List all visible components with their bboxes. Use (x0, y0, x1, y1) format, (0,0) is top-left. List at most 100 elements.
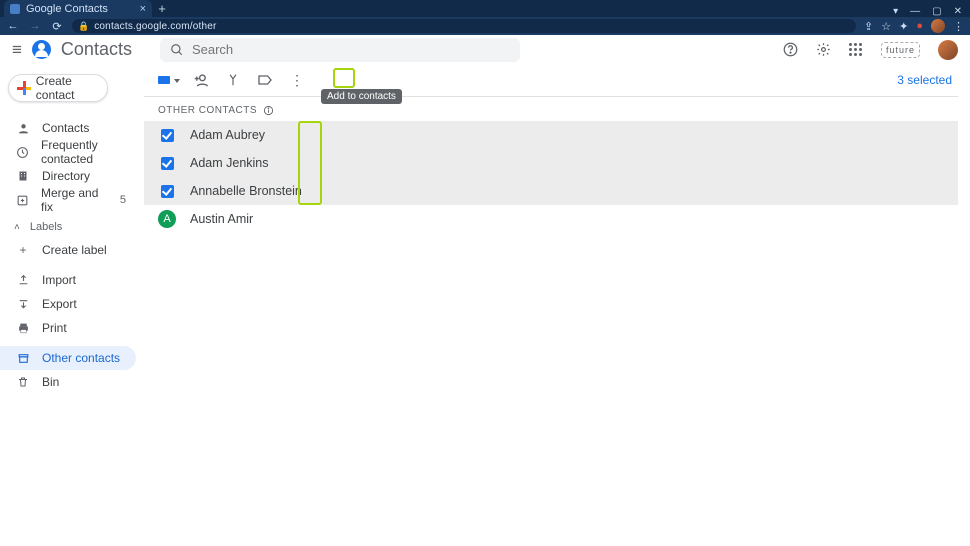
sidebar-item-label: Other contacts (42, 351, 120, 365)
info-icon[interactable] (263, 105, 274, 116)
sidebar-item-label: Contacts (42, 121, 89, 135)
minimize-icon[interactable]: — (910, 6, 920, 17)
contact-name: Austin Amir (190, 212, 253, 226)
app-name: Contacts (61, 39, 132, 60)
list-header-text: OTHER CONTACTS (158, 105, 257, 116)
omnibox[interactable]: 🔒 contacts.google.com/other (72, 19, 856, 33)
browser-title-bar: Google Contacts × + ▾ — ▢ ✕ (0, 0, 970, 17)
chevron-down-icon[interactable]: ▾ (893, 6, 898, 17)
settings-gear-icon[interactable] (816, 42, 831, 57)
contact-name: Adam Jenkins (190, 156, 269, 170)
lock-icon: 🔒 (78, 21, 89, 32)
contacts-logo-icon (32, 40, 51, 59)
upload-icon (16, 274, 30, 287)
kebab-menu-icon[interactable]: ⋮ (953, 20, 964, 33)
trash-icon (16, 376, 30, 388)
browser-tab[interactable]: Google Contacts × (4, 0, 152, 17)
sidebar-item-label: Import (42, 273, 76, 287)
labels-header-text: Labels (30, 221, 62, 233)
sidebar-item-label: Directory (42, 169, 90, 183)
search-input[interactable] (192, 42, 510, 57)
nav-forward-icon[interactable]: → (28, 20, 42, 32)
selection-toolbar: ⋮ Add to contacts 3 selected (144, 64, 958, 97)
contact-row[interactable]: Adam Jenkins (144, 149, 958, 177)
print-icon (16, 322, 30, 335)
contact-list: Adam Aubrey Adam Jenkins Annabelle Brons… (144, 121, 958, 233)
sidebar-item-contacts[interactable]: Contacts (0, 116, 136, 140)
help-icon[interactable] (783, 42, 798, 57)
contact-row[interactable]: Annabelle Bronstein (144, 177, 958, 205)
row-avatar[interactable]: A (158, 210, 176, 228)
sidebar-item-label: Merge and fix (41, 186, 108, 214)
merge-button[interactable] (222, 69, 244, 91)
nav-back-icon[interactable]: ← (6, 20, 20, 32)
more-actions-button[interactable]: ⋮ (286, 69, 308, 91)
download-icon (16, 298, 30, 311)
labels-section-header[interactable]: ˄ Labels (0, 216, 144, 238)
browser-address-bar: ← → ⟳ 🔒 contacts.google.com/other ⇪ ☆ ✦ … (0, 17, 970, 35)
close-window-icon[interactable]: ✕ (954, 6, 962, 17)
main-menu-icon[interactable]: ≡ (12, 40, 22, 60)
checkbox-checked-icon (161, 129, 174, 142)
sidebar-item-export[interactable]: Export (0, 292, 136, 316)
merge-badge: 5 (120, 194, 136, 206)
sidebar-item-label: Create label (42, 243, 107, 257)
app-header: ≡ Contacts future (0, 35, 970, 64)
profile-avatar-small[interactable] (931, 19, 945, 33)
sidebar-item-bin[interactable]: Bin (0, 370, 136, 394)
archive-icon (16, 352, 30, 365)
extension-dot-icon[interactable]: ● (916, 20, 923, 32)
person-icon (16, 122, 30, 135)
browser-actions: ⇪ ☆ ✦ ● ⋮ (864, 19, 964, 33)
share-icon[interactable]: ⇪ (864, 20, 873, 33)
url-text: contacts.google.com/other (94, 21, 216, 32)
checkbox-checked-icon (161, 185, 174, 198)
select-all-toggle[interactable] (158, 76, 180, 84)
sidebar-item-other-contacts[interactable]: Other contacts (0, 346, 136, 370)
sidebar-item-import[interactable]: Import (0, 268, 136, 292)
row-checkbox[interactable] (158, 129, 176, 142)
sidebar-item-frequent[interactable]: Frequently contacted (0, 140, 136, 164)
row-checkbox[interactable] (158, 157, 176, 170)
maximize-icon[interactable]: ▢ (932, 6, 941, 17)
search-bar[interactable] (160, 38, 520, 62)
future-chip[interactable]: future (881, 42, 920, 58)
contact-row[interactable]: A Austin Amir (144, 205, 958, 233)
dropdown-caret-icon (174, 79, 180, 83)
sidebar-item-create-label[interactable]: + Create label (0, 238, 136, 262)
tab-title: Google Contacts (26, 3, 108, 15)
checkbox-checked-icon (161, 157, 174, 170)
search-icon (170, 43, 184, 57)
sidebar-item-label: Bin (42, 375, 59, 389)
google-apps-icon[interactable] (849, 43, 863, 57)
contact-name: Adam Aubrey (190, 128, 265, 142)
extensions-icon[interactable]: ✦ (899, 20, 908, 33)
create-contact-button[interactable]: Create contact (8, 74, 108, 102)
row-checkbox[interactable] (158, 185, 176, 198)
sidebar-item-label: Print (42, 321, 67, 335)
chevron-up-icon: ˄ (14, 222, 20, 233)
sidebar-item-label: Export (42, 297, 77, 311)
window-controls: ▾ — ▢ ✕ (885, 6, 970, 17)
contact-row[interactable]: Adam Aubrey (144, 121, 958, 149)
create-contact-label: Create contact (36, 74, 107, 102)
contact-name: Annabelle Bronstein (190, 184, 302, 198)
plus-small-icon: + (16, 243, 30, 257)
building-icon (16, 170, 30, 182)
new-tab-button[interactable]: + (152, 0, 172, 17)
sidebar-item-label: Frequently contacted (41, 138, 136, 166)
label-button[interactable] (254, 69, 276, 91)
tooltip: Add to contacts (321, 89, 402, 104)
reload-icon[interactable]: ⟳ (50, 20, 64, 33)
list-section-header: OTHER CONTACTS (144, 101, 958, 119)
sidebar-item-directory[interactable]: Directory (0, 164, 136, 188)
sidebar-item-merge[interactable]: Merge and fix 5 (0, 188, 136, 212)
sidebar-item-print[interactable]: Print (0, 316, 136, 340)
tab-close-icon[interactable]: × (140, 3, 146, 15)
merge-icon (16, 194, 29, 207)
tutorial-highlight-add (333, 68, 355, 88)
account-avatar[interactable] (938, 40, 958, 60)
sidebar: Create contact Contacts Frequently conta… (0, 64, 144, 546)
add-to-contacts-button[interactable] (190, 69, 212, 91)
bookmark-icon[interactable]: ☆ (881, 20, 891, 33)
